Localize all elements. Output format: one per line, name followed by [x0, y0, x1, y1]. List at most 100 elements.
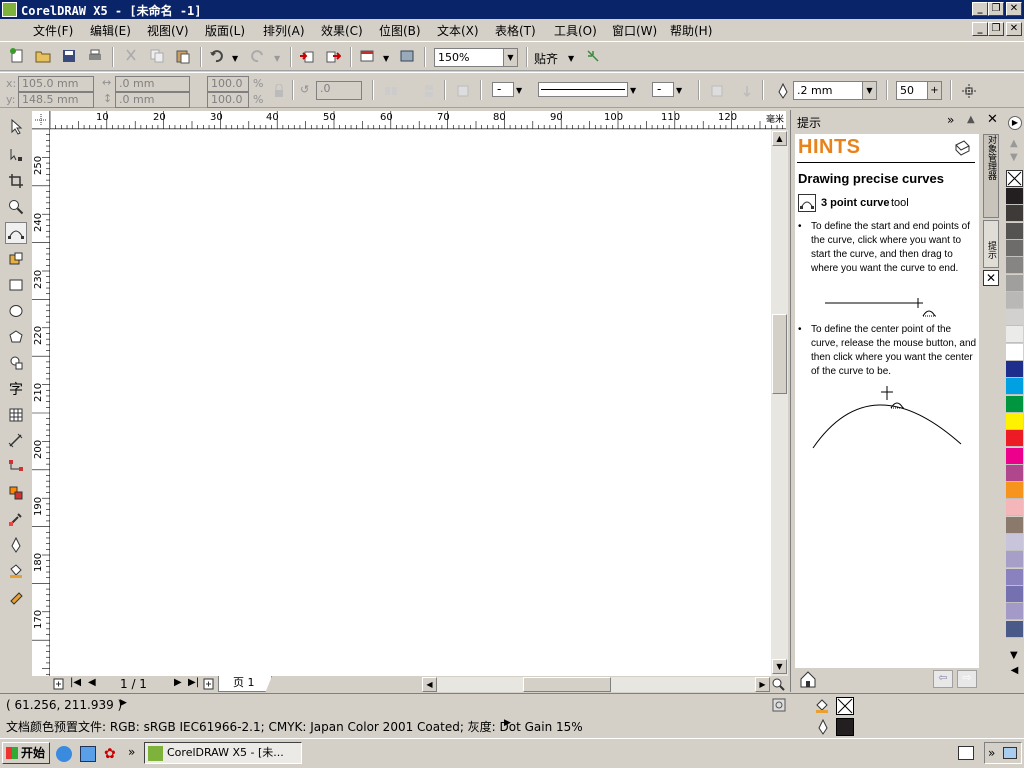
keyboard-tray-icon[interactable] — [958, 746, 974, 760]
palette-color-swatch[interactable] — [1006, 412, 1023, 430]
y-position-field[interactable]: 148.5 mm — [18, 92, 94, 108]
line-style-dropdown-icon[interactable]: ▼ — [630, 86, 636, 95]
docker-close-icon[interactable]: ✕ — [987, 112, 998, 127]
navigator-zoom-icon[interactable] — [770, 676, 786, 692]
palette-color-swatch[interactable] — [1006, 534, 1023, 551]
menu-layout[interactable]: 版面(L) — [205, 22, 245, 39]
page-tab[interactable]: 页 1 — [218, 676, 272, 692]
mirror-vertical-icon[interactable] — [420, 82, 438, 100]
application-launcher-icon[interactable] — [358, 47, 376, 65]
rotation-field[interactable]: .0 — [316, 81, 362, 100]
horizontal-scroll-thumb[interactable] — [523, 677, 611, 692]
three-point-curve-tool-icon[interactable] — [5, 222, 27, 244]
snap-to-button[interactable]: 贴齐 — [534, 50, 558, 67]
palette-color-swatch[interactable] — [1006, 291, 1023, 309]
palette-color-swatch[interactable] — [1006, 326, 1023, 344]
scale-x-field[interactable]: 100.0 — [207, 76, 249, 92]
shape-tool-icon[interactable] — [5, 144, 27, 166]
add-page-before-icon[interactable] — [52, 676, 66, 692]
crop-tool-icon[interactable] — [5, 170, 27, 192]
dimension-tool-icon[interactable] — [5, 430, 27, 452]
tab-hints[interactable]: 提示 — [983, 220, 999, 268]
export-icon[interactable] — [324, 47, 342, 65]
paste-icon[interactable] — [174, 47, 192, 65]
undo-dropdown-icon[interactable]: ▼ — [232, 54, 238, 63]
hints-book-icon[interactable] — [953, 139, 971, 160]
snap-status-icon[interactable] — [772, 698, 786, 715]
auto-close-curve-icon[interactable] — [454, 82, 472, 100]
mirror-horizontal-icon[interactable] — [382, 82, 400, 100]
zoom-level-select[interactable]: 150% ▼ — [434, 48, 518, 67]
crosshair-icon[interactable] — [960, 82, 978, 100]
ie-quicklaunch-icon[interactable] — [80, 746, 96, 762]
drawing-canvas[interactable] — [50, 130, 771, 676]
open-folder-icon[interactable] — [34, 47, 52, 65]
print-icon[interactable] — [86, 47, 104, 65]
connector-tool-icon[interactable] — [5, 456, 27, 478]
minimize-button[interactable]: _ — [972, 2, 988, 16]
close-button[interactable]: ✕ — [1006, 2, 1022, 16]
hints-back-icon[interactable]: ⇦ — [933, 670, 953, 688]
menu-file[interactable]: 文件(F) — [33, 22, 73, 39]
palette-color-swatch[interactable] — [1006, 603, 1023, 621]
last-page-icon[interactable]: ▶| — [188, 677, 199, 688]
width-field[interactable]: .0 mm — [115, 76, 190, 92]
palette-color-swatch[interactable] — [1006, 239, 1023, 257]
coreldraw-app-icon[interactable] — [2, 2, 17, 17]
height-field[interactable]: .0 mm — [115, 92, 190, 108]
tray-expand-icon[interactable]: » — [988, 746, 995, 760]
palette-color-swatch[interactable] — [1006, 482, 1023, 500]
no-color-swatch[interactable] — [1006, 170, 1023, 187]
scroll-up-icon[interactable]: ▲ — [772, 131, 787, 146]
import-icon[interactable] — [298, 47, 316, 65]
maximize-button[interactable]: ❐ — [988, 2, 1004, 16]
profile-expand-icon[interactable]: ▶ — [504, 718, 511, 728]
smoothing-slider-icon[interactable]: + — [927, 82, 941, 99]
palette-color-swatch[interactable] — [1006, 551, 1023, 569]
palette-flyout-icon[interactable]: ◀ — [1006, 665, 1023, 682]
chrome-quicklaunch-icon[interactable] — [56, 746, 72, 762]
outline-tool-icon[interactable] — [5, 534, 27, 556]
previous-page-icon[interactable]: ◀ — [88, 677, 96, 688]
palette-color-swatch[interactable] — [1006, 222, 1023, 240]
redo-icon[interactable] — [248, 47, 266, 65]
vertical-scrollbar[interactable]: ▲ ▼ — [771, 130, 788, 676]
palette-color-swatch[interactable] — [1006, 188, 1023, 205]
doc-restore-button[interactable]: ❐ — [988, 22, 1004, 36]
taskbar-coreldraw-button[interactable]: CorelDRAW X5 - [未... — [144, 742, 302, 764]
scroll-left-icon[interactable]: ◀ — [422, 677, 437, 692]
start-button[interactable]: 开始 — [2, 742, 50, 764]
palette-color-swatch[interactable] — [1006, 430, 1023, 448]
menu-bitmaps[interactable]: 位图(B) — [379, 22, 421, 39]
palette-color-swatch[interactable] — [1006, 361, 1023, 378]
palette-color-swatch[interactable] — [1006, 620, 1023, 638]
add-page-after-icon[interactable] — [202, 676, 216, 692]
first-page-icon[interactable]: |◀ — [70, 677, 81, 688]
palette-color-swatch[interactable] — [1006, 274, 1023, 292]
scale-y-field[interactable]: 100.0 — [207, 92, 249, 108]
palette-color-swatch[interactable] — [1006, 257, 1023, 275]
copy-icon[interactable] — [148, 47, 166, 65]
interactive-fill-tool-icon[interactable] — [5, 586, 27, 608]
end-arrowhead-dropdown-icon[interactable]: ▼ — [676, 86, 682, 95]
eyedropper-tool-icon[interactable] — [5, 508, 27, 530]
palette-color-swatch[interactable] — [1006, 343, 1023, 361]
palette-color-swatch[interactable] — [1006, 205, 1023, 223]
curve-smoothing-field[interactable]: 50 + — [896, 81, 942, 100]
table-tool-icon[interactable] — [5, 404, 27, 426]
horizontal-ruler[interactable]: 10 20 30 40 50 60 70 80 90 100 110 120 毫… — [50, 111, 786, 129]
wrap-text-icon[interactable] — [708, 82, 726, 100]
docker-collapse-icon[interactable]: ▲ — [967, 114, 975, 125]
end-arrowhead-select[interactable]: - — [652, 82, 674, 97]
x-position-field[interactable]: 105.0 mm — [18, 76, 94, 92]
text-tool-icon[interactable]: 字 — [5, 378, 27, 400]
hints-forward-icon[interactable]: ⇨ — [957, 670, 977, 688]
palette-scroll-up-icon[interactable]: ▶ — [1008, 116, 1022, 130]
cut-icon[interactable] — [122, 47, 140, 65]
app-quicklaunch-icon[interactable]: ✿ — [104, 746, 120, 762]
vertical-scroll-thumb[interactable] — [772, 314, 787, 394]
pick-tool-icon[interactable] — [5, 116, 27, 138]
basic-shapes-tool-icon[interactable] — [5, 352, 27, 374]
menu-table[interactable]: 表格(T) — [495, 22, 536, 39]
vertical-ruler[interactable]: 250 240 230 220 210 200 190 180 170 — [32, 129, 50, 676]
